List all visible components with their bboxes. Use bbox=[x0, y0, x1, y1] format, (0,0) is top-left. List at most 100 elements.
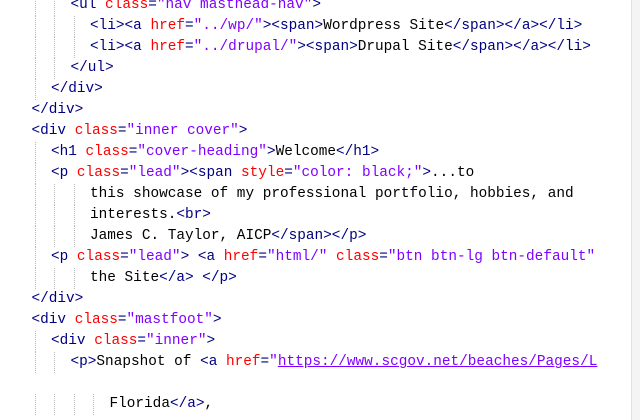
indent-guide bbox=[34, 205, 36, 226]
code-line[interactable]: </div> bbox=[51, 79, 103, 100]
code-line[interactable]: <div class="mastfoot"> bbox=[32, 310, 222, 331]
html-tag-token: > bbox=[422, 165, 432, 181]
code-line[interactable]: this showcase of my professional portfol… bbox=[90, 184, 574, 205]
code-line[interactable]: James C. Taylor, AICP</span></p> bbox=[90, 226, 366, 247]
value-token: "../wp/" bbox=[193, 18, 263, 34]
value-token: " bbox=[269, 354, 278, 370]
text-token: Drupal Site bbox=[357, 39, 453, 55]
html-tag-token: <a bbox=[200, 354, 226, 370]
html-tag-token: = bbox=[117, 123, 127, 139]
html-tag-token: > bbox=[266, 144, 276, 160]
text-token: ...to bbox=[431, 165, 475, 181]
indent-guide bbox=[34, 16, 36, 37]
attribute-token: href bbox=[150, 39, 185, 55]
code-line[interactable]: <h1 class="cover-heading">Welcome</h1> bbox=[51, 142, 379, 163]
html-tag-token: = bbox=[260, 354, 270, 370]
html-tag-token: <p> bbox=[70, 354, 97, 370]
value-token: "inner cover" bbox=[126, 123, 239, 139]
indent-guide bbox=[34, 163, 36, 184]
indent-guide bbox=[54, 184, 55, 205]
link-token: https://www.scgov.net/beaches/Pages/L bbox=[277, 354, 598, 370]
indent-guide bbox=[34, 58, 36, 79]
text-token: , bbox=[204, 396, 214, 412]
value-token: "cover-heading" bbox=[137, 144, 267, 160]
text-token: this showcase of my professional portfol… bbox=[90, 186, 574, 202]
text-token: Welcome bbox=[275, 144, 337, 160]
attribute-token: class bbox=[76, 165, 121, 181]
value-token: "btn btn-lg btn-default" bbox=[387, 249, 596, 265]
indent-guide bbox=[34, 352, 36, 373]
html-tag-token: > bbox=[212, 312, 222, 328]
vertical-scrollbar[interactable] bbox=[631, 0, 640, 420]
text-token: Florida bbox=[109, 396, 170, 412]
html-tag-token: = bbox=[120, 165, 129, 181]
html-tag-token: </h1> bbox=[336, 144, 380, 160]
html-tag-token: </span></a></li> bbox=[444, 18, 583, 34]
code-editor[interactable]: <ul class="nav masthead-nav"> <li><a href… bbox=[0, 0, 640, 420]
html-tag-token: > bbox=[206, 333, 216, 349]
attribute-token: href bbox=[225, 354, 261, 370]
code-line[interactable]: </ul> bbox=[71, 58, 114, 79]
html-tag-token: </ul> bbox=[70, 60, 114, 76]
indent-guide bbox=[73, 16, 75, 37]
html-tag-token: </a> bbox=[169, 396, 205, 412]
html-tag-token: ><span> bbox=[262, 18, 324, 34]
html-tag-token: </a> </p> bbox=[159, 270, 237, 286]
html-tag-token: > bbox=[238, 123, 248, 139]
indent-guide bbox=[34, 184, 36, 205]
code-line[interactable]: <p class="lead"> <a href="html/" class="… bbox=[51, 247, 595, 268]
html-tag-token: = bbox=[379, 249, 388, 265]
indent-guide bbox=[34, 79, 36, 100]
attribute-token: href bbox=[150, 18, 185, 34]
value-token: "../drupal/" bbox=[193, 39, 298, 55]
html-tag-token: <div bbox=[31, 123, 75, 139]
html-tag-token: = bbox=[185, 39, 194, 55]
text-token: Snapshot of bbox=[96, 354, 201, 370]
html-tag-token: </div> bbox=[31, 102, 84, 118]
html-tag-token: = bbox=[148, 0, 157, 13]
html-tag-token: > bbox=[312, 0, 321, 13]
code-line[interactable]: <ul class="nav masthead-nav"> bbox=[71, 0, 321, 16]
code-line[interactable]: <li><a href="../wp/"><span>Wordpress Sit… bbox=[90, 16, 582, 37]
value-token: "lead" bbox=[128, 165, 181, 181]
indent-guide bbox=[54, 268, 55, 289]
attribute-token: class bbox=[336, 249, 380, 265]
attribute-token: class bbox=[94, 333, 138, 349]
html-tag-token: <div bbox=[31, 312, 75, 328]
indent-guide bbox=[73, 394, 75, 415]
html-tag-token: = bbox=[258, 249, 267, 265]
code-line[interactable]: <p class="lead"><span style="color: blac… bbox=[51, 163, 474, 184]
code-line[interactable]: </div> bbox=[32, 100, 84, 121]
code-line[interactable]: interests.<br> bbox=[90, 205, 211, 226]
html-tag-token: </div> bbox=[51, 81, 103, 97]
attribute-token: class bbox=[74, 312, 118, 328]
html-tag-token: = bbox=[120, 249, 129, 265]
html-tag-token: = bbox=[284, 165, 293, 181]
html-tag-token: <br> bbox=[176, 207, 211, 223]
text-token: James C. Taylor, AICP bbox=[90, 228, 272, 244]
indent-guide bbox=[54, 352, 55, 373]
editor-gutter bbox=[0, 0, 13, 420]
code-line[interactable]: <p>Snapshot of <a href="https://www.scgo… bbox=[71, 352, 598, 373]
indent-guide bbox=[34, 331, 36, 352]
indent-guide bbox=[73, 184, 75, 205]
attribute-token: class bbox=[74, 123, 118, 139]
indent-guide bbox=[34, 394, 36, 415]
html-tag-token: = bbox=[137, 333, 147, 349]
indent-guide bbox=[73, 268, 75, 289]
indent-guide bbox=[54, 58, 55, 79]
code-line[interactable]: <div class="inner cover"> bbox=[32, 121, 248, 142]
code-line[interactable]: <li><a href="../drupal/"><span>Drupal Si… bbox=[90, 37, 591, 58]
indent-guide bbox=[34, 226, 36, 247]
attribute-token: style bbox=[241, 165, 285, 181]
html-tag-token: <li><a bbox=[90, 18, 151, 34]
indent-guide bbox=[54, 16, 55, 37]
code-line[interactable]: <div class="inner"> bbox=[51, 331, 215, 352]
code-line[interactable]: the Site</a> </p> bbox=[90, 268, 237, 289]
html-tag-token: ><span> bbox=[297, 39, 358, 55]
indent-guide bbox=[54, 394, 55, 415]
attribute-token: href bbox=[223, 249, 259, 265]
code-line[interactable]: Florida</a>, bbox=[110, 394, 214, 415]
code-line[interactable]: </div> bbox=[32, 289, 84, 310]
